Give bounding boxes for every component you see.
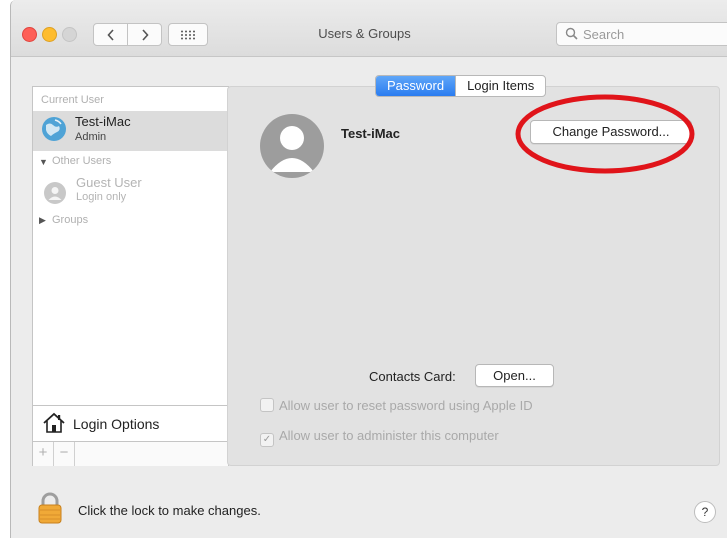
- house-icon: [43, 412, 65, 433]
- disclosure-down-icon[interactable]: ▼: [39, 157, 48, 167]
- groups-header: Groups: [52, 214, 89, 226]
- admin-label: Allow user to administer this computer: [279, 428, 499, 443]
- sidebar-bottom-bar: + −: [33, 441, 228, 466]
- disclosure-right-icon[interactable]: ▶: [39, 215, 46, 226]
- lock-message: Click the lock to make changes.: [78, 503, 261, 518]
- reset-password-label: Allow user to reset password using Apple…: [279, 398, 533, 413]
- login-options-label: Login Options: [73, 416, 160, 432]
- search-placeholder: Search: [583, 27, 625, 42]
- tab-login-items[interactable]: Login Items: [455, 76, 545, 96]
- search-icon: [565, 27, 578, 40]
- admin-checkbox[interactable]: ✓: [260, 433, 274, 447]
- sidebar-item-current-user[interactable]: Test-iMac Admin: [33, 111, 228, 151]
- search-field[interactable]: Search: [556, 22, 727, 46]
- title-bar: Users & Groups Search: [11, 0, 727, 57]
- guest-user-status: Login only: [76, 191, 127, 203]
- users-sidebar: Current User Test-iMac Admin ▼ Other Use…: [32, 86, 229, 466]
- tab-bar: Password Login Items: [375, 75, 547, 97]
- add-user-button[interactable]: +: [33, 442, 54, 466]
- help-button[interactable]: ?: [694, 501, 716, 523]
- guest-user-name: Guest User: [76, 175, 142, 190]
- selected-user-name: Test-iMac: [341, 126, 400, 141]
- admin-checkbox-row[interactable]: ✓ Allow user to administer this computer: [260, 428, 499, 447]
- guest-avatar-icon: [44, 182, 66, 204]
- current-user-name: Test-iMac: [75, 114, 131, 129]
- reset-password-checkbox-row[interactable]: Allow user to reset password using Apple…: [260, 398, 533, 413]
- globe-avatar-icon: [42, 117, 66, 141]
- current-user-header: Current User: [41, 94, 104, 106]
- tab-password[interactable]: Password: [376, 76, 456, 96]
- remove-user-button[interactable]: −: [54, 442, 75, 466]
- change-password-button[interactable]: Change Password...: [530, 120, 692, 144]
- login-options-item[interactable]: Login Options: [33, 405, 228, 442]
- reset-password-checkbox[interactable]: [260, 398, 274, 412]
- preferences-window: Users & Groups Search Password Login Ite…: [10, 0, 727, 538]
- user-silhouette-icon[interactable]: [260, 114, 324, 178]
- open-contacts-button[interactable]: Open...: [475, 364, 554, 387]
- other-users-header: Other Users: [52, 155, 112, 167]
- lock-icon[interactable]: [38, 492, 62, 524]
- current-user-role: Admin: [75, 131, 107, 143]
- contacts-card-label: Contacts Card:: [369, 369, 456, 384]
